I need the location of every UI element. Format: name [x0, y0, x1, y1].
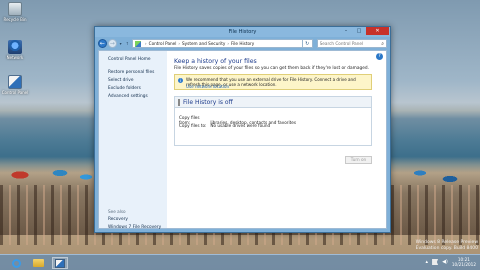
window-content: Control Panel Home Restore personal file… — [98, 50, 387, 230]
control-panel-icon — [8, 75, 22, 89]
page-title: Keep a history of your files — [174, 58, 257, 65]
recent-pages-dropdown[interactable]: ▾ — [120, 41, 122, 46]
show-hidden-icons-icon[interactable]: ▴ — [426, 259, 429, 265]
control-panel-icon — [135, 40, 142, 47]
address-bar[interactable]: › Control Panel › System and Security › … — [132, 39, 303, 48]
taskbar-internet-explorer[interactable] — [8, 257, 24, 269]
action-center-flag-icon[interactable] — [432, 259, 439, 265]
nav-exclude-folders[interactable]: Exclude folders — [108, 86, 141, 91]
taskbar-file-explorer[interactable] — [30, 257, 46, 269]
nav-restore-personal-files[interactable]: Restore personal files — [108, 70, 154, 75]
navigation-toolbar: ← → ▾ ↑ › Control Panel › System and Sec… — [98, 38, 388, 49]
desktop-icon-label: Network — [6, 55, 24, 60]
system-tray: ▴ ◀) 10:21 10/21/2012 — [426, 257, 476, 267]
desktop-icon-network[interactable]: Network — [2, 40, 28, 60]
volume-icon[interactable]: ◀) — [442, 259, 448, 265]
breadcrumb-system-and-security[interactable]: System and Security — [182, 41, 225, 46]
desktop-icon-label: Control Panel — [1, 90, 29, 95]
refresh-button[interactable]: ↻ — [302, 39, 313, 48]
copy-to-value: No usable drives were found — [210, 123, 271, 128]
build-watermark: Windows 8 Release Preview Evaluation cop… — [416, 240, 478, 251]
nav-advanced-settings[interactable]: Advanced settings — [108, 94, 148, 99]
search-box[interactable]: ⌕ — [316, 39, 388, 48]
page-description: File History saves copies of your files … — [174, 66, 369, 71]
minimize-button[interactable]: – — [340, 27, 352, 35]
search-input[interactable] — [319, 41, 378, 46]
breadcrumb-separator: › — [227, 41, 229, 46]
taskbar-control-panel[interactable] — [52, 257, 68, 269]
network-icon — [8, 40, 22, 54]
nav-recovery[interactable]: Recovery — [108, 217, 128, 222]
desktop-icon-label: Recycle Bin — [3, 17, 27, 22]
folder-icon — [32, 259, 44, 267]
see-also-label: See also — [108, 209, 126, 214]
clock-date: 10/21/2012 — [451, 262, 476, 267]
file-history-window: File History – □ ✕ ← → ▾ ↑ › Control Pan… — [94, 26, 391, 233]
recycle-bin-icon — [8, 2, 22, 16]
desktop-icon-control-panel[interactable]: Control Panel — [2, 75, 28, 95]
breadcrumb-file-history[interactable]: File History — [231, 41, 254, 46]
file-history-status-panel: File History is off Copy files from: lib… — [174, 96, 372, 146]
info-icon: i — [178, 78, 183, 83]
breadcrumb-separator: › — [178, 41, 181, 46]
internet-explorer-icon — [11, 258, 21, 268]
clock[interactable]: 10:21 10/21/2012 — [452, 257, 476, 267]
nav-select-drive[interactable]: Select drive — [108, 78, 134, 83]
control-panel-icon — [55, 258, 65, 268]
status-header: File History is off — [175, 97, 371, 108]
left-navigation-pane: Control Panel Home Restore personal file… — [99, 51, 167, 230]
help-icon[interactable]: ? — [376, 53, 383, 60]
status-text: File History is off — [183, 98, 233, 106]
close-button[interactable]: ✕ — [366, 27, 389, 35]
back-button[interactable]: ← — [98, 39, 107, 48]
recommendation-notice: i We recommend that you use an external … — [174, 74, 372, 90]
use-network-location-link[interactable]: Use network location — [186, 84, 229, 89]
up-button[interactable]: ↑ — [126, 41, 129, 46]
copy-to-row: Copy files to: No usable drives were fou… — [179, 123, 270, 128]
title-bar[interactable]: File History – □ ✕ — [95, 27, 390, 37]
search-icon[interactable]: ⌕ — [381, 41, 384, 47]
breadcrumb-control-panel[interactable]: Control Panel — [149, 41, 177, 46]
watermark-line-2: Evaluation copy. Build 8400 — [415, 245, 478, 251]
maximize-button[interactable]: □ — [353, 27, 365, 35]
turn-on-button[interactable]: Turn on — [345, 156, 372, 164]
breadcrumb-separator: › — [145, 41, 147, 46]
desktop-icon-recycle-bin[interactable]: Recycle Bin — [2, 2, 28, 22]
nav-windows7-file-recovery[interactable]: Windows 7 File Recovery — [108, 225, 161, 230]
forward-button[interactable]: → — [107, 39, 117, 48]
status-indicator — [178, 98, 180, 106]
copy-to-label: Copy files to: — [179, 123, 207, 128]
taskbar: ▴ ◀) 10:21 10/21/2012 — [0, 254, 480, 270]
main-panel: ? Keep a history of your files File Hist… — [167, 51, 386, 228]
nav-control-panel-home[interactable]: Control Panel Home — [108, 57, 151, 62]
watermark-line-1: Windows 8 Release Preview — [415, 240, 478, 245]
